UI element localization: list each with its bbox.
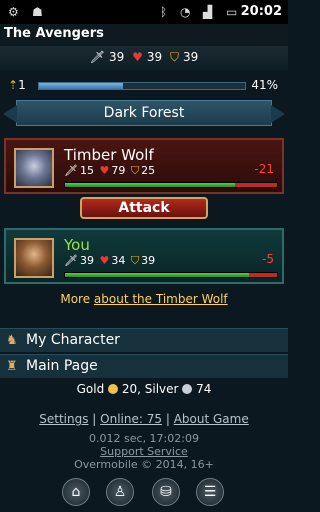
player-card-stats: 🗡 39 ♥ 34 ⛉ 39	[64, 254, 157, 268]
battery-icon: ▭	[226, 5, 238, 19]
level-up-arrow-icon: ⇡	[8, 78, 19, 92]
menu-button[interactable]: ☰	[196, 478, 224, 506]
enemy-health: 79	[111, 164, 126, 177]
sword-icon: 🗡	[64, 254, 78, 267]
you-defense: 39	[141, 254, 156, 267]
signal-icon: ▟	[203, 5, 213, 19]
wifi-icon: ◔	[180, 5, 191, 19]
online-link[interactable]: Online: 75	[100, 412, 162, 426]
sword-icon: 🗡	[64, 164, 78, 177]
more-about-prefix: More	[60, 292, 94, 306]
support-service-link[interactable]: Support Service	[0, 445, 288, 459]
xp-progress-fill	[39, 83, 124, 89]
castle-icon: ♜	[6, 359, 18, 374]
about-game-link[interactable]: About Game	[174, 412, 249, 426]
experience-row: ⇡1 41%	[0, 76, 288, 96]
location-name: Dark Forest	[103, 105, 185, 121]
xp-progress-bar	[38, 82, 246, 90]
bluetooth-icon: ᛒ	[160, 5, 168, 19]
player-health-fill	[65, 273, 250, 277]
attack-button[interactable]: Attack	[80, 197, 208, 219]
enemy-damage: -21	[254, 162, 274, 176]
heart-icon: ♥	[99, 254, 110, 267]
home-button[interactable]: ⌂	[62, 478, 90, 506]
enemy-card[interactable]: Timber Wolf 🗡 15 ♥ 79 ⛉ 25 -21	[4, 138, 284, 194]
location-banner: Dark Forest	[3, 100, 285, 126]
gold-coin-icon	[108, 384, 119, 394]
gold-amount: 20,	[121, 382, 141, 396]
enemy-attack: 15	[79, 164, 94, 177]
enemy-health-bar	[64, 182, 278, 188]
sword-icon: 🗡	[89, 50, 105, 64]
player-damage: -5	[262, 252, 274, 266]
app-title: The Avengers	[4, 26, 104, 41]
more-about-line: More about the Timber Wolf	[0, 292, 288, 310]
gold-label: Gold	[76, 382, 105, 396]
level-value: 1	[18, 78, 26, 92]
server-timing: 0.012 sec, 17:02:09	[89, 432, 199, 445]
footer-links: Settings | Online: 75 | About Game	[0, 412, 288, 430]
copyright: Overmobile © 2014, 16+	[74, 458, 214, 471]
usb-icon: ⚙	[8, 5, 19, 19]
coins-button[interactable]: ⛁	[152, 478, 180, 506]
settings-link[interactable]: Settings	[39, 412, 88, 426]
heart-icon: ♥	[132, 50, 143, 64]
enemy-health-fill	[65, 183, 235, 187]
separator: |	[165, 412, 170, 426]
heart-icon: ♥	[99, 164, 110, 177]
player-stats-bar: 🗡 39 ♥ 39 ⛉ 39	[0, 46, 288, 70]
menu-icon: ☰	[203, 484, 217, 500]
menu-item-label: Main Page	[26, 358, 98, 374]
silver-coin-icon	[182, 384, 193, 394]
shield-icon: ⛉	[169, 50, 179, 64]
player-name: You	[64, 236, 90, 254]
home-icon: ⌂	[71, 484, 81, 500]
level-indicator: ⇡1	[8, 78, 26, 92]
separator: |	[92, 412, 97, 426]
coins-icon: ⛁	[160, 484, 172, 500]
you-health: 34	[111, 254, 126, 267]
you-attack: 39	[79, 254, 94, 267]
wolf-avatar	[14, 148, 54, 188]
silver-amount: 74	[196, 382, 212, 396]
player-card: You 🗡 39 ♥ 34 ⛉ 39 -5	[4, 228, 284, 284]
player-avatar	[14, 238, 54, 278]
enemy-stats: 🗡 15 ♥ 79 ⛉ 25	[64, 164, 157, 178]
android-debug-icon: ☗	[32, 5, 43, 19]
enemy-name: Timber Wolf	[64, 146, 154, 164]
player-health: 39	[146, 50, 163, 64]
character-button[interactable]: ♙	[106, 478, 134, 506]
person-icon: ♙	[113, 484, 127, 500]
clock: 20:02	[240, 4, 282, 19]
player-attack: 39	[108, 50, 125, 64]
player-health-bar	[64, 272, 278, 278]
currency-line: Gold 20, Silver 74	[0, 382, 288, 400]
enemy-defense: 25	[141, 164, 156, 177]
silver-label: Silver	[144, 382, 179, 396]
status-bar: ⚙ ☗ ᛒ ◔ ▟ ▭ 20:02	[0, 0, 288, 24]
shield-icon: ⛉	[130, 254, 140, 267]
menu-item-label: My Character	[26, 332, 120, 348]
player-defense: 39	[182, 50, 199, 64]
bottom-nav: ⌂ ♙ ⛁ ☰	[0, 476, 288, 512]
character-icon: ♞	[6, 333, 18, 348]
menu-main-page[interactable]: ♜ Main Page	[0, 354, 288, 378]
more-about-link[interactable]: about the Timber Wolf	[94, 292, 228, 306]
menu-my-character[interactable]: ♞ My Character	[0, 328, 288, 352]
xp-percent: 41%	[251, 78, 278, 92]
shield-icon: ⛉	[130, 164, 140, 177]
app-title-bar: The Avengers	[0, 24, 288, 46]
